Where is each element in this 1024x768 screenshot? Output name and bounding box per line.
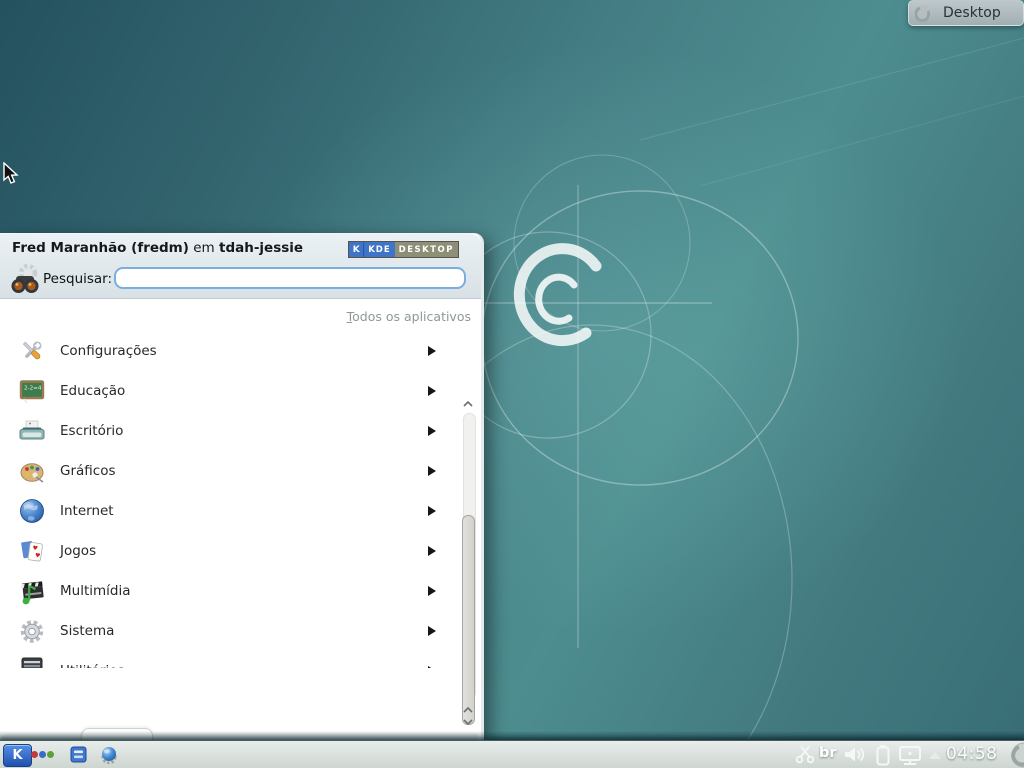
globe-icon [18, 497, 46, 525]
menu-item-educacao[interactable]: 2-2=4 Educação [0, 371, 458, 411]
submenu-arrow-icon [428, 626, 436, 636]
gear-icon [18, 617, 46, 645]
menu-item-label: Sistema [60, 623, 114, 639]
desktop-folder-widget[interactable]: Desktop [908, 0, 1024, 26]
search-binoculars-icon [8, 262, 42, 296]
svg-text:♥: ♥ [35, 552, 41, 560]
menu-item-label: Gráficos [60, 463, 116, 479]
submenu-arrow-icon [428, 386, 436, 396]
submenu-arrow-icon [428, 466, 436, 476]
digital-clock[interactable]: 04:58 [946, 744, 998, 764]
submenu-arrow-icon [428, 586, 436, 596]
menu-item-escritorio[interactable]: Escritório [0, 411, 458, 451]
application-category-list: Configurações 2-2=4 Educação [0, 331, 458, 668]
menu-item-graficos[interactable]: Gráficos [0, 451, 458, 491]
desktop-root: Desktop Fred Maranhão (fredm) em tdah-je… [0, 0, 1024, 768]
tray-expander-icon[interactable] [929, 752, 941, 759]
tools-icon [18, 337, 46, 365]
kde-logo-icon: K [349, 242, 364, 257]
submenu-arrow-icon [428, 506, 436, 516]
kde-desktop-badge: K KDE DESKTOP [348, 241, 459, 258]
activity-dots-icon[interactable] [31, 750, 57, 759]
clapper-icon [18, 577, 46, 605]
menu-item-jogos[interactable]: ♥ ♥ Jogos [0, 531, 458, 571]
menu-item-configuracoes[interactable]: Configurações [0, 331, 458, 371]
kickoff-launcher-button[interactable]: K [3, 744, 32, 767]
scroll-up-bottom-icon[interactable] [462, 705, 474, 715]
menu-item-sistema[interactable]: Sistema [0, 611, 458, 651]
launcher-header-area: Fred Maranhão (fredm) em tdah-jessie K K… [0, 234, 481, 299]
submenu-arrow-icon [428, 426, 436, 436]
menu-item-label: Multimídia [60, 583, 131, 599]
system-sphere-icon[interactable] [100, 746, 118, 764]
scrollbar-thumb[interactable] [462, 515, 475, 725]
plasma-cashew-icon[interactable] [1009, 742, 1024, 768]
scroll-down-icon[interactable] [462, 717, 474, 727]
plasma-swirl-icon [915, 4, 933, 22]
palette-icon [18, 457, 46, 485]
badge-desktop-label: DESKTOP [395, 242, 458, 257]
search-label: Pesquisar: [43, 271, 112, 287]
menu-item-internet[interactable]: Internet [0, 491, 458, 531]
menu-item-label: Escritório [60, 423, 123, 439]
menu-item-label: Jogos [60, 543, 96, 559]
chalkboard-icon: 2-2=4 [18, 377, 46, 405]
menu-item-label: Configurações [60, 343, 157, 359]
user-host-title: Fred Maranhão (fredm) em tdah-jessie [12, 240, 303, 256]
mouse-cursor [2, 162, 24, 186]
file-manager-icon[interactable] [70, 746, 87, 763]
search-row: Pesquisar: [0, 260, 481, 298]
list-scrollbar[interactable] [460, 399, 475, 729]
keyboard-layout-indicator[interactable]: br [819, 745, 837, 761]
klipper-scissors-icon[interactable] [795, 745, 815, 764]
submenu-arrow-icon [428, 346, 436, 356]
battery-icon[interactable] [874, 744, 892, 766]
submenu-arrow-icon [428, 666, 436, 668]
desktop-widget-title: Desktop [943, 5, 1001, 21]
menu-item-label: Utilitários [60, 663, 125, 668]
menu-item-utilitarios[interactable]: Utilitários [0, 651, 458, 668]
taskbar-panel: K br [0, 740, 1024, 768]
svg-text:2-2=4: 2-2=4 [24, 386, 42, 392]
launcher-body: Todos os aplicativos Co [0, 299, 481, 742]
scroll-up-icon[interactable] [462, 399, 474, 409]
badge-kde-label: KDE [364, 242, 394, 257]
header-connector: em [193, 240, 214, 256]
menu-item-multimidia[interactable]: Multimídia [0, 571, 458, 611]
menu-item-label: Internet [60, 503, 114, 519]
search-input[interactable] [114, 267, 466, 289]
display-network-icon[interactable] [897, 745, 923, 766]
kickoff-launcher: Fred Maranhão (fredm) em tdah-jessie K K… [0, 233, 484, 742]
user-name: Fred Maranhão (fredm) [12, 240, 189, 256]
cards-icon: ♥ ♥ [18, 537, 46, 565]
drawer-icon [18, 657, 46, 668]
all-applications-link[interactable]: Todos os aplicativos [347, 309, 471, 324]
typewriter-icon [18, 417, 46, 445]
menu-item-label: Educação [60, 383, 125, 399]
volume-icon[interactable] [843, 745, 867, 764]
host-name: tdah-jessie [219, 240, 303, 256]
submenu-arrow-icon [428, 546, 436, 556]
